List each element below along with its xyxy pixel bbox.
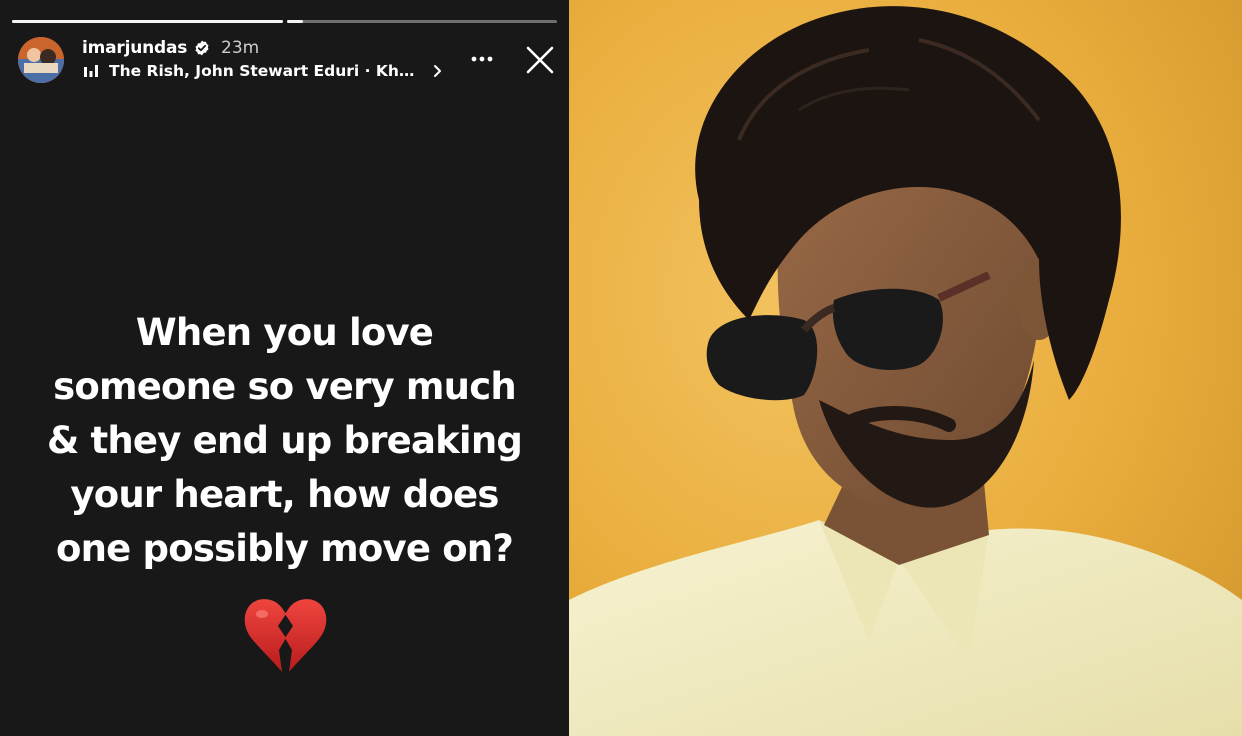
- story-text-line: someone so very much: [53, 365, 517, 408]
- story-text-line: one possibly move on?: [55, 527, 514, 570]
- avatar[interactable]: [18, 37, 64, 83]
- story-text-line: When you love: [135, 311, 434, 354]
- close-icon[interactable]: [525, 45, 555, 75]
- portrait-photo: [569, 0, 1242, 736]
- music-equalizer-icon: [84, 65, 98, 77]
- story-viewer: imarjundas 23m The Rish, John Stewart Ed…: [0, 0, 569, 736]
- photo-panel: [569, 0, 1242, 736]
- username[interactable]: imarjundas: [82, 38, 187, 58]
- story-progress-segment-1: [12, 20, 283, 23]
- story-progress-fill-2: [287, 20, 304, 23]
- more-options-icon[interactable]: [468, 45, 496, 73]
- story-header: imarjundas 23m The Rish, John Stewart Ed…: [16, 36, 561, 86]
- broken-heart-icon: [244, 599, 327, 672]
- post-timestamp: 23m: [221, 38, 260, 58]
- chevron-right-icon[interactable]: [432, 63, 444, 79]
- story-text-line: & they end up breaking: [46, 419, 523, 462]
- story-text: When you love someone so very much & the…: [0, 306, 569, 576]
- story-progress-segment-2: [287, 20, 557, 23]
- story-progress-fill-1: [12, 20, 283, 23]
- story-text-line: your heart, how does: [70, 473, 499, 516]
- music-track-label[interactable]: The Rish, John Stewart Eduri · Khus…: [109, 62, 424, 80]
- verified-badge-icon: [195, 40, 209, 56]
